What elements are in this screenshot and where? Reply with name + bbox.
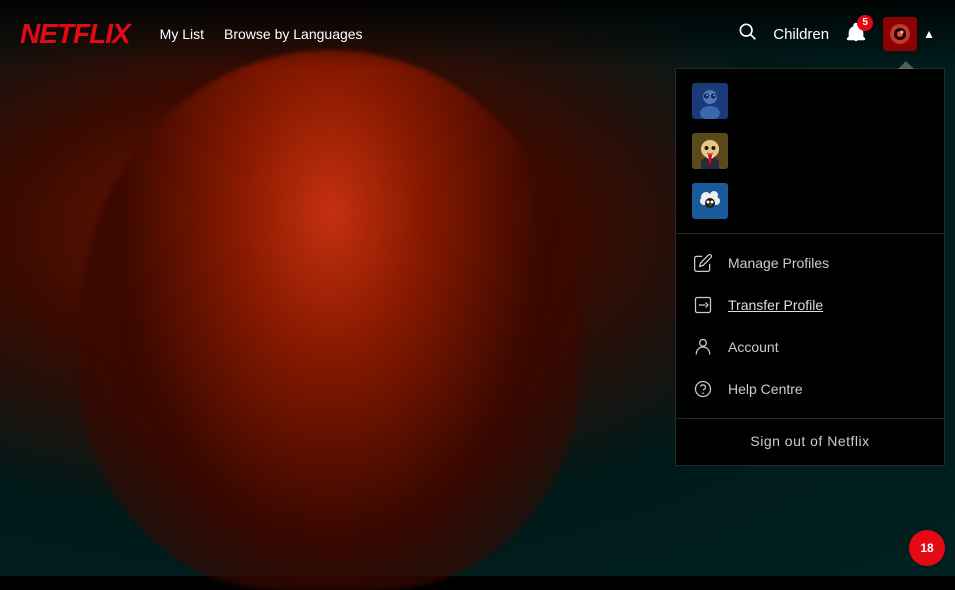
- nav-my-list[interactable]: My List: [160, 26, 204, 42]
- bell-badge: 5: [857, 15, 873, 31]
- transfer-icon: [692, 294, 714, 316]
- account-label: Account: [728, 339, 779, 355]
- person-icon: [692, 336, 714, 358]
- dropdown-menu-items: Manage Profiles Transfer Profile Acco: [676, 234, 944, 419]
- navbar: NETFLIX My List Browse by Languages Chil…: [0, 0, 955, 68]
- profile-item-2[interactable]: [692, 129, 928, 173]
- age-badge: 18: [909, 530, 945, 566]
- dropdown-profiles: [676, 69, 944, 234]
- transfer-profile-item[interactable]: Transfer Profile: [676, 284, 944, 326]
- profile-avatar-2: [692, 133, 728, 169]
- question-icon: [692, 378, 714, 400]
- transfer-profile-label: Transfer Profile: [728, 297, 823, 313]
- profile-avatar-3: [692, 183, 728, 219]
- avatar-image: [883, 17, 917, 51]
- caret-icon: ▲: [923, 27, 935, 41]
- nav-links: My List Browse by Languages: [160, 26, 738, 42]
- help-centre-label: Help Centre: [728, 381, 803, 397]
- avatar-button[interactable]: ▲: [883, 17, 935, 51]
- manage-profiles-label: Manage Profiles: [728, 255, 829, 271]
- account-item[interactable]: Account: [676, 326, 944, 368]
- notifications-bell[interactable]: 5: [845, 21, 867, 48]
- profile-item-1[interactable]: [692, 79, 928, 123]
- profile-item-3[interactable]: [692, 179, 928, 223]
- signout-section: Sign out of Netflix: [676, 419, 944, 465]
- netflix-logo: NETFLIX: [20, 18, 130, 50]
- nav-right: Children 5 ▲: [737, 17, 935, 51]
- profile-avatar-1: [692, 83, 728, 119]
- pencil-icon: [692, 252, 714, 274]
- person-silhouette: [80, 50, 580, 590]
- children-button[interactable]: Children: [773, 26, 829, 43]
- signout-button[interactable]: Sign out of Netflix: [750, 433, 869, 449]
- search-button[interactable]: [737, 21, 757, 47]
- help-centre-item[interactable]: Help Centre: [676, 368, 944, 410]
- nav-browse-by-languages[interactable]: Browse by Languages: [224, 26, 363, 42]
- manage-profiles-item[interactable]: Manage Profiles: [676, 242, 944, 284]
- profile-dropdown: Manage Profiles Transfer Profile Acco: [675, 68, 945, 466]
